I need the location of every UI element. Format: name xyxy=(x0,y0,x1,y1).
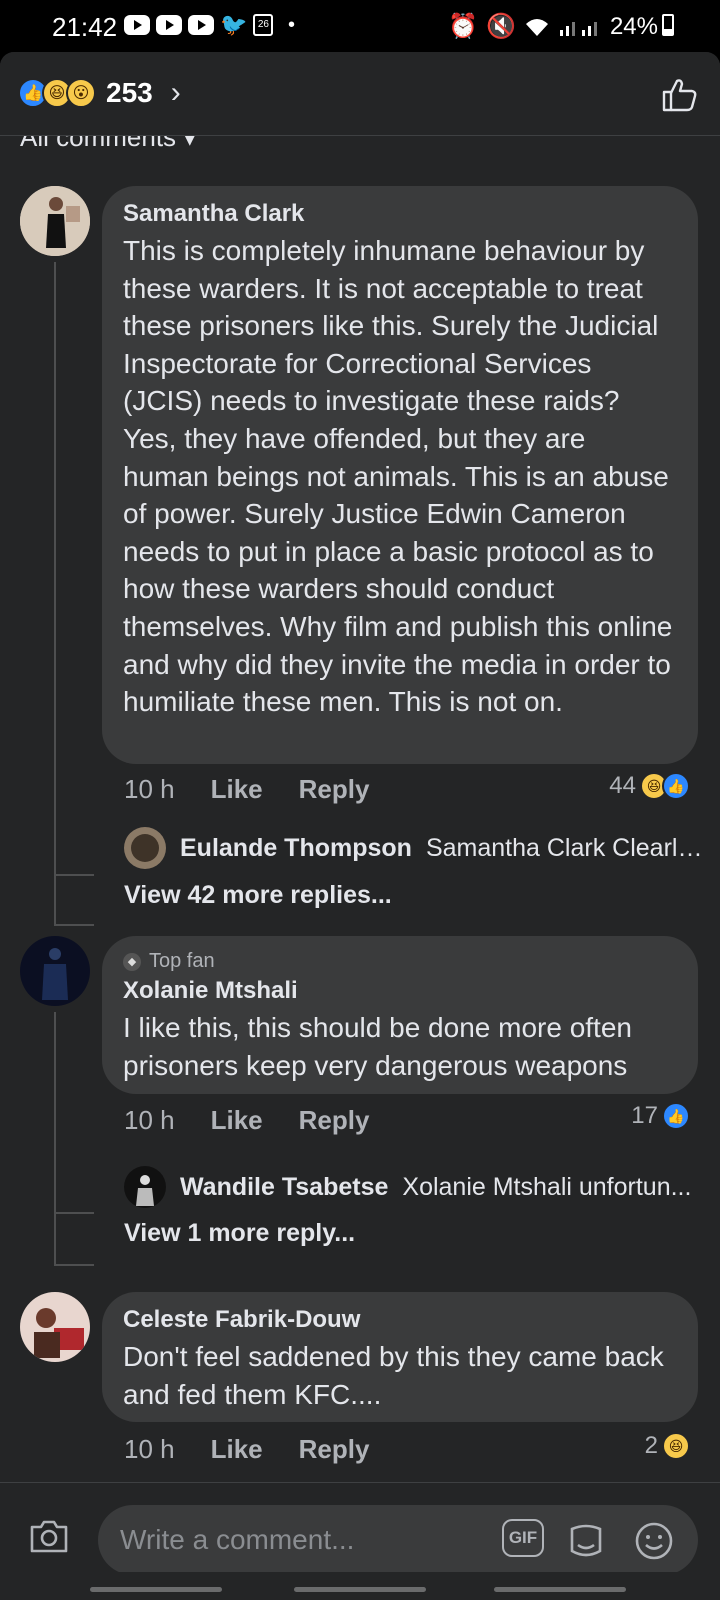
reply-author: Wandile Tsabetse xyxy=(180,1172,389,1201)
nav-pill xyxy=(294,1587,426,1592)
youtube-icon xyxy=(156,15,182,35)
reaction-count: 253 xyxy=(106,77,153,108)
reaction-count: 44 xyxy=(609,772,636,799)
comment-time[interactable]: 10 h xyxy=(124,1105,175,1136)
avatar[interactable] xyxy=(20,186,90,256)
comment-time[interactable]: 10 h xyxy=(124,774,175,805)
comment-time[interactable]: 10 h xyxy=(124,1434,175,1465)
reactions-summary[interactable]: 👍 😆 😮 253 › xyxy=(18,76,181,110)
calendar-icon: 26 xyxy=(253,14,274,36)
battery-icon xyxy=(662,14,674,36)
thread-branch xyxy=(54,924,94,926)
avatar xyxy=(124,827,166,869)
diamond-icon: ◆ xyxy=(123,952,141,971)
gesture-bar xyxy=(0,1572,720,1600)
status-bar: 21:42 🐦 26 • ⏰ 🔇 24% xyxy=(0,0,720,52)
camera-icon[interactable] xyxy=(28,1515,70,1557)
reaction-count: 17 xyxy=(631,1102,658,1129)
youtube-icon xyxy=(188,15,214,35)
comments-sheet: 👍 😆 😮 253 › All comments ▾ Samantha Clar… xyxy=(0,52,720,1600)
reply-button[interactable]: Reply xyxy=(299,774,370,805)
notification-icons: 🐦 26 xyxy=(124,12,274,37)
chevron-right-icon: › xyxy=(170,76,181,109)
like-button[interactable]: Like xyxy=(211,1434,263,1465)
thread-line xyxy=(54,1012,56,1266)
comment-bubble: Celeste Fabrik-Douw Don't feel saddened … xyxy=(102,1292,698,1422)
reply-preview[interactable]: Eulande Thompson Samantha Clark Clearly.… xyxy=(124,827,704,869)
wow-reaction-icon: 😮 xyxy=(66,78,96,108)
battery-percent: 24% xyxy=(609,12,658,40)
reply-button[interactable]: Reply xyxy=(299,1434,370,1465)
comment-reactions[interactable]: 17 👍 xyxy=(631,1102,690,1130)
like-button[interactable]: Like xyxy=(211,1105,263,1136)
comment-reactions[interactable]: 44 😆 👍 xyxy=(609,772,690,800)
top-fan-badge: ◆ Top fan xyxy=(123,950,678,973)
badge-label: Top fan xyxy=(149,950,215,972)
reply-button[interactable]: Reply xyxy=(299,1105,370,1136)
comment-author[interactable]: Celeste Fabrik-Douw xyxy=(123,1306,678,1334)
comment-actions: 10 h Like Reply xyxy=(124,774,369,805)
comment-author[interactable]: Xolanie Mtshali xyxy=(123,977,678,1005)
twitter-icon: 🐦 xyxy=(220,12,248,37)
more-notifications-dot: • xyxy=(288,14,296,36)
avatar[interactable] xyxy=(20,1292,90,1362)
sticker-icon[interactable] xyxy=(566,1521,606,1561)
comment-author[interactable]: Samantha Clark xyxy=(123,200,678,228)
like-button[interactable]: Like xyxy=(211,774,263,805)
view-more-replies[interactable]: View 42 more replies... xyxy=(124,881,392,910)
avatar[interactable] xyxy=(20,936,90,1006)
nav-pill xyxy=(90,1587,222,1592)
thread-branch xyxy=(54,1212,94,1214)
reactions-header: 👍 😆 😮 253 › xyxy=(0,52,720,136)
like-post-icon[interactable] xyxy=(660,76,698,114)
alarm-icon: ⏰ xyxy=(448,13,479,40)
like-icon: 👍 xyxy=(662,772,690,800)
avatar xyxy=(124,1166,166,1208)
thread-branch xyxy=(54,874,94,876)
emoji-icon[interactable] xyxy=(634,1521,674,1561)
signal-icon xyxy=(559,21,597,36)
status-time: 21:42 xyxy=(52,12,118,42)
comment-actions: 10 h Like Reply xyxy=(124,1434,369,1465)
reply-snippet: Xolanie Mtshali unfortun... xyxy=(402,1172,692,1201)
comment-bubble: Samantha Clark This is completely inhuma… xyxy=(102,186,698,764)
comment-text: Don't feel saddened by this they came ba… xyxy=(123,1341,664,1410)
thread-line xyxy=(54,262,56,926)
comment-bubble: ◆ Top fan Xolanie Mtshali I like this, t… xyxy=(102,936,698,1094)
gif-button[interactable]: GIF xyxy=(502,1519,544,1557)
thread-branch xyxy=(54,1264,94,1266)
reaction-count: 2 xyxy=(644,1432,658,1459)
reply-snippet: Samantha Clark Clearly... xyxy=(425,833,704,862)
haha-icon: 😆 xyxy=(662,1432,690,1460)
comment-input[interactable] xyxy=(98,1505,698,1575)
comment-actions: 10 h Like Reply xyxy=(124,1105,369,1136)
reply-preview[interactable]: Wandile Tsabetse Xolanie Mtshali unfortu… xyxy=(124,1166,704,1208)
mute-icon: 🔇 xyxy=(486,13,516,40)
view-more-replies[interactable]: View 1 more reply... xyxy=(124,1219,355,1248)
youtube-icon xyxy=(124,15,150,35)
wifi-icon xyxy=(525,18,548,36)
system-icons: ⏰ 🔇 24% xyxy=(448,12,658,41)
like-icon: 👍 xyxy=(662,1102,690,1130)
comment-reactions[interactable]: 2 😆 xyxy=(645,1432,690,1460)
comment-text: This is completely inhumane behaviour by… xyxy=(123,235,673,718)
reply-author: Eulande Thompson xyxy=(180,833,412,862)
comment-text: I like this, this should be done more of… xyxy=(123,1012,632,1081)
nav-pill xyxy=(494,1587,626,1592)
